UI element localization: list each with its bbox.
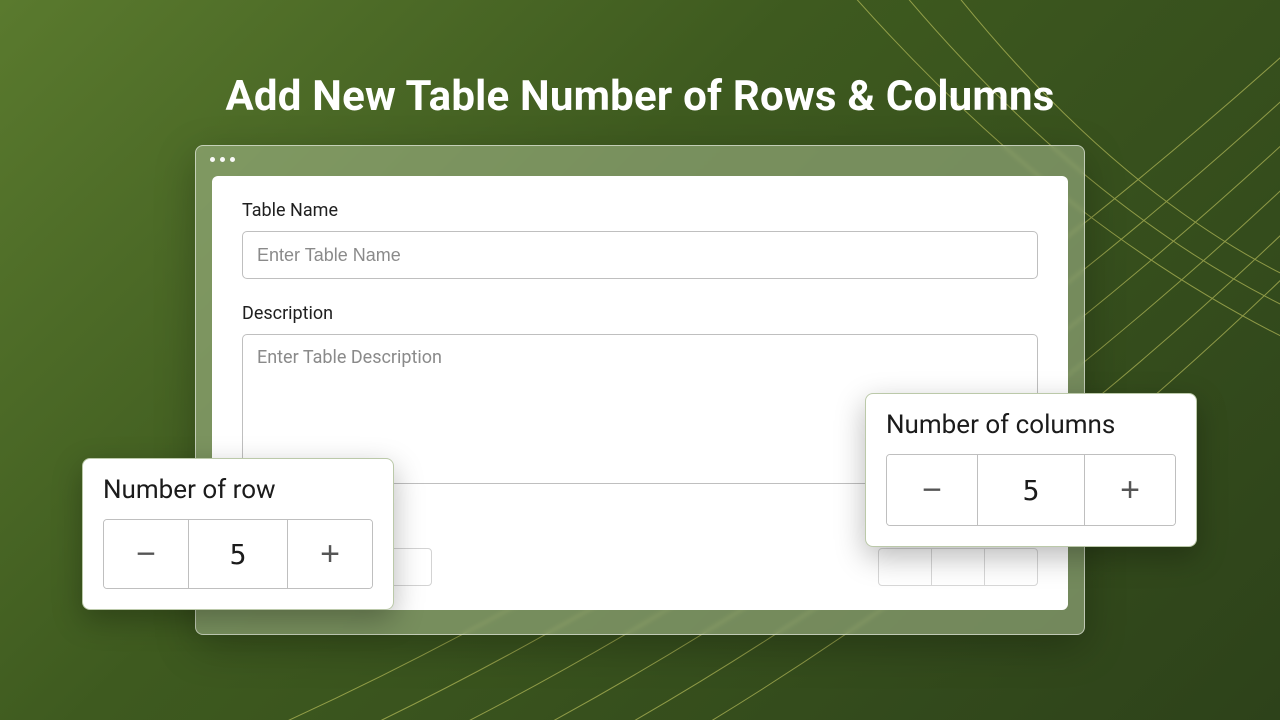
minus-icon: − xyxy=(136,537,156,571)
columns-stepper: − 5 + xyxy=(886,454,1176,526)
columns-increment-button[interactable]: + xyxy=(1085,455,1175,525)
page-title: Add New Table Number of Rows & Columns xyxy=(0,72,1280,121)
columns-stepper-card: Number of columns − 5 + xyxy=(865,393,1197,547)
plus-icon: + xyxy=(320,537,340,571)
plus-icon: + xyxy=(1120,473,1140,507)
table-name-label: Table Name xyxy=(242,200,1038,221)
rows-stepper-card: Number of row − 5 + xyxy=(82,458,394,610)
window-control-dot xyxy=(230,157,235,162)
rows-increment-button[interactable]: + xyxy=(288,520,372,588)
rows-decrement-button[interactable]: − xyxy=(104,520,188,588)
description-label: Description xyxy=(242,303,1038,324)
columns-stepper-title: Number of columns xyxy=(886,410,1176,440)
rows-stepper: − 5 + xyxy=(103,519,373,589)
columns-value: 5 xyxy=(977,455,1085,525)
window-control-dot xyxy=(220,157,225,162)
window-control-dot xyxy=(210,157,215,162)
rows-stepper-title: Number of row xyxy=(103,475,373,505)
ghost-columns-stepper-behind xyxy=(878,548,1038,586)
columns-decrement-button[interactable]: − xyxy=(887,455,977,525)
table-name-input[interactable] xyxy=(242,231,1038,279)
rows-value: 5 xyxy=(188,520,288,588)
window-titlebar xyxy=(196,146,1084,172)
minus-icon: − xyxy=(922,473,942,507)
